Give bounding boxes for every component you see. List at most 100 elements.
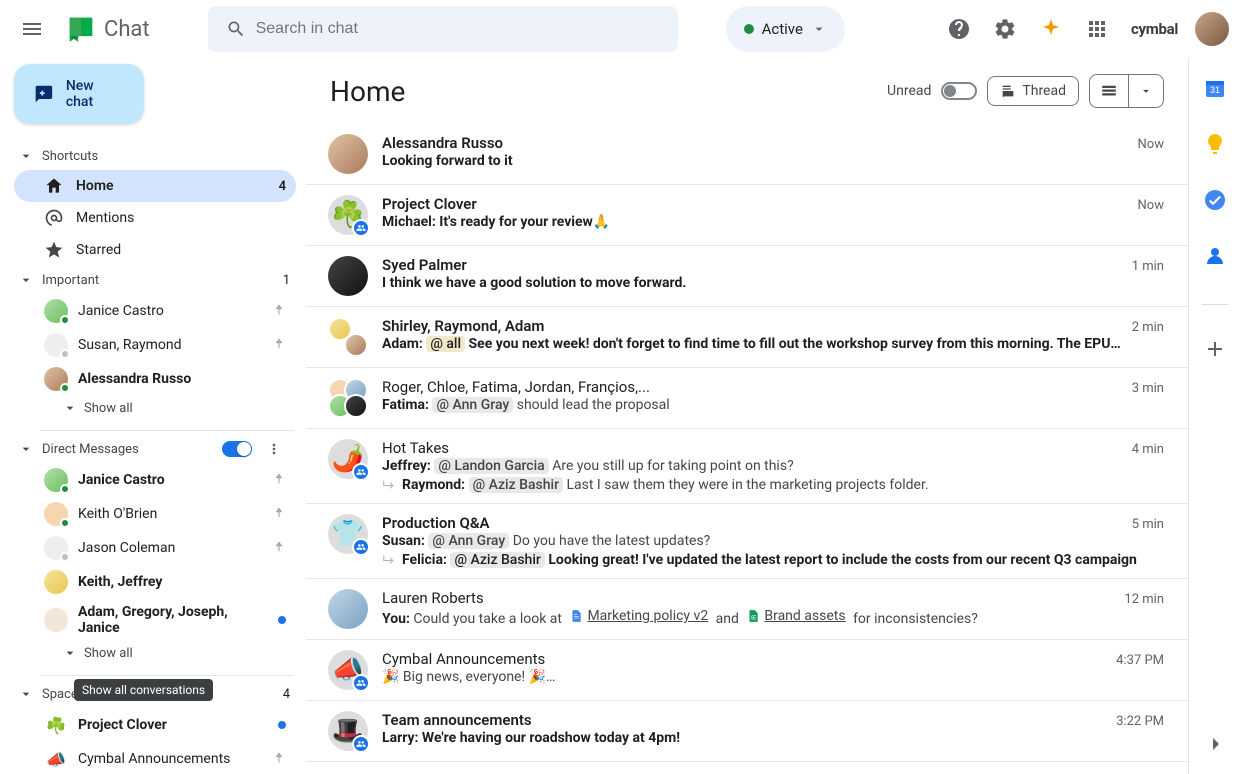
dm-row[interactable]: Adam, Gregory, Joseph, Janice: [14, 599, 296, 641]
rail-add[interactable]: [1203, 337, 1227, 365]
dm-row[interactable]: Alessandra Russo: [14, 362, 296, 396]
new-chat-button[interactable]: New chat: [14, 64, 144, 124]
chevron-down-icon: [62, 400, 78, 416]
chat-logo[interactable]: Chat: [64, 12, 150, 46]
tasks-icon: [1203, 188, 1227, 212]
thread-filter[interactable]: Thread: [987, 76, 1079, 106]
dm-row[interactable]: Janice Castro: [14, 294, 296, 328]
thread-time: 5 min: [1132, 517, 1164, 532]
thread-time: 4 min: [1132, 442, 1164, 457]
show-all-label: Show all: [84, 401, 133, 416]
help-icon: [947, 17, 971, 41]
space-row[interactable]: 📣 Cymbal Announcements: [14, 742, 296, 774]
thread-sender: Roger, Chloe, Fatima, Jordan, Françios,.…: [382, 378, 650, 396]
section-shortcuts[interactable]: Shortcuts: [14, 142, 306, 170]
space-badge-icon: [352, 463, 370, 481]
unread-label: Unread: [887, 83, 931, 99]
unread-filter[interactable]: Unread: [887, 82, 977, 100]
rail-calendar[interactable]: 31: [1203, 76, 1227, 104]
avatar-icon: [44, 502, 68, 526]
space-avatar: 👕: [328, 514, 368, 554]
section-label: Important: [42, 273, 99, 288]
rail-tasks[interactable]: [1203, 188, 1227, 216]
more-icon[interactable]: [266, 441, 282, 457]
pin-icon: [272, 507, 286, 521]
section-count: 4: [283, 687, 290, 702]
chevron-down-icon: [18, 272, 34, 288]
thread-row[interactable]: Shirley, Raymond, Adam 2 min Adam: @ all…: [306, 307, 1188, 368]
dm-toggle[interactable]: [222, 441, 252, 457]
section-important[interactable]: Important 1: [14, 266, 306, 294]
thread-icon: [1000, 83, 1016, 99]
apps-button[interactable]: [1077, 9, 1117, 49]
account-avatar[interactable]: [1192, 9, 1232, 49]
new-chat-icon: [34, 84, 54, 104]
status-label: Active: [762, 20, 803, 38]
status-chip[interactable]: Active: [726, 6, 845, 52]
thread-snippet: You: Could you take a look at Marketing …: [382, 608, 1164, 627]
nav-label: Starred: [76, 242, 121, 258]
density-comfortable[interactable]: [1090, 75, 1128, 107]
chat-icon: [64, 12, 98, 46]
section-direct-messages[interactable]: Direct Messages: [14, 435, 306, 463]
divider: [40, 675, 294, 676]
dm-row[interactable]: Keith, Jeffrey: [14, 565, 296, 599]
thread-row[interactable]: Roger, Chloe, Fatima, Jordan, Françios,.…: [306, 368, 1188, 429]
density-toggle[interactable]: [1089, 74, 1164, 108]
thread-time: 1 min: [1132, 259, 1164, 274]
space-badge-icon: [352, 735, 370, 753]
pin-icon: [272, 541, 286, 555]
keep-icon: [1203, 132, 1227, 156]
gemini-button[interactable]: [1031, 9, 1071, 49]
thread-row[interactable]: 🎩 Team announcements 3:22 PM Larry: We'r…: [306, 701, 1188, 762]
density-compact[interactable]: [1128, 75, 1163, 107]
thread-time: 12 min: [1124, 592, 1164, 607]
avatar-icon: [44, 333, 68, 357]
thread-row[interactable]: Syed Palmer 1 min I think we have a good…: [306, 246, 1188, 307]
space-row[interactable]: ☘️ Project Clover: [14, 708, 296, 742]
calendar-icon: 31: [1203, 76, 1227, 100]
help-button[interactable]: [939, 9, 979, 49]
avatar-icon: [44, 367, 68, 391]
thread-row[interactable]: Lauren Roberts 12 min You: Could you tak…: [306, 579, 1188, 640]
thread-row[interactable]: 👕 Production Q&A 5 min Susan: @ Ann Gray…: [306, 504, 1188, 579]
chevron-down-icon: [18, 686, 34, 702]
rail-collapse[interactable]: [1203, 732, 1227, 760]
dm-label: Susan, Raymond: [78, 337, 181, 353]
nav-starred[interactable]: Starred: [14, 234, 296, 266]
search-input[interactable]: [256, 20, 670, 38]
nav-home[interactable]: Home 4: [14, 170, 296, 202]
thread-row[interactable]: Alessandra Russo Now Looking forward to …: [306, 124, 1188, 185]
thread-time: 2 min: [1132, 320, 1164, 335]
main-menu-button[interactable]: [8, 5, 56, 53]
unread-dot: [278, 616, 286, 624]
dm-label: Keith O'Brien: [78, 506, 157, 522]
space-avatar: 📣: [328, 650, 368, 690]
space-badge-icon: [352, 219, 370, 237]
thread-reply-line: Felicia: @ Aziz Bashir Looking great! I'…: [382, 551, 1164, 568]
pin-icon: [272, 338, 286, 352]
dm-row[interactable]: Susan, Raymond: [14, 328, 296, 362]
thread-row[interactable]: 📣 Cymbal Announcements 4:37 PM 🎉 Big new…: [306, 640, 1188, 701]
dm-label: Alessandra Russo: [78, 371, 191, 387]
thread-time: 4:37 PM: [1116, 653, 1164, 668]
thread-sender: Lauren Roberts: [382, 589, 484, 607]
nav-label: Mentions: [76, 210, 134, 226]
rail-contacts[interactable]: [1203, 244, 1227, 272]
search-bar[interactable]: [208, 6, 678, 52]
show-all-important[interactable]: Show all: [14, 396, 306, 426]
dm-row[interactable]: Janice Castro: [14, 463, 296, 497]
dm-row[interactable]: Keith O'Brien: [14, 497, 296, 531]
section-label: Shortcuts: [42, 149, 98, 164]
nav-mentions[interactable]: Mentions: [14, 202, 296, 234]
thread-row[interactable]: 🌶️ Hot Takes 4 min Jeffrey: @ Landon Gar…: [306, 429, 1188, 504]
show-all-dm[interactable]: Show all Show all conversations: [14, 641, 306, 671]
dm-row[interactable]: Jason Coleman: [14, 531, 296, 565]
thread-sender: Syed Palmer: [382, 256, 467, 274]
brand-wordmark: cymbal: [1123, 20, 1186, 38]
thread-row[interactable]: ☘️ Project Clover Now Michael: It's read…: [306, 185, 1188, 246]
unread-toggle[interactable]: [941, 82, 977, 100]
settings-button[interactable]: [985, 9, 1025, 49]
dm-label: Janice Castro: [78, 303, 164, 319]
rail-keep[interactable]: [1203, 132, 1227, 160]
